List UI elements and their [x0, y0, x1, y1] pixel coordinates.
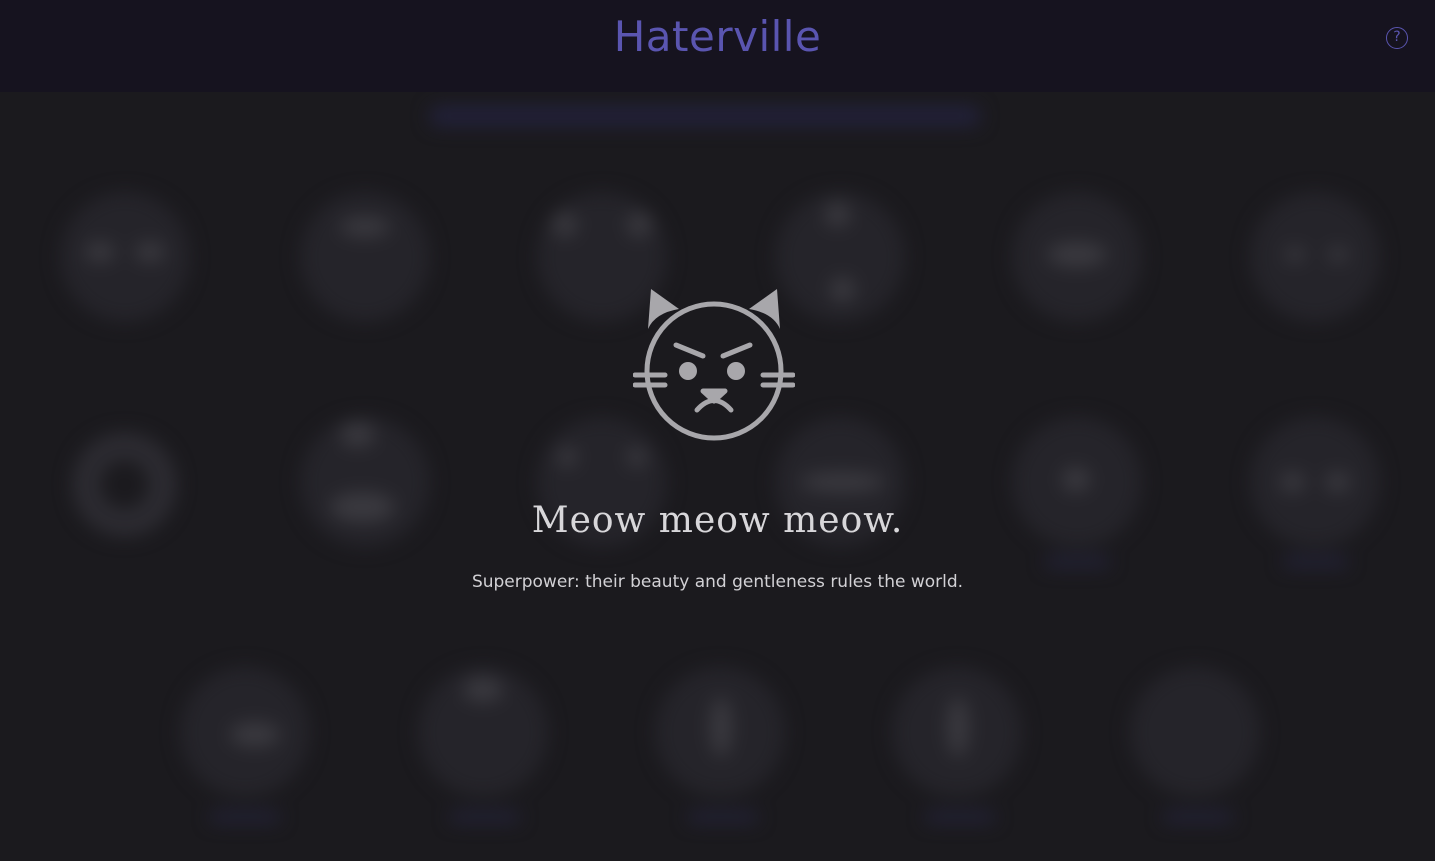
- blurred-search-bar: [430, 106, 980, 126]
- modal-subtitle: Superpower: their beauty and gentleness …: [471, 572, 964, 592]
- app-title: Haterville: [613, 12, 822, 61]
- angry-cat-icon: [633, 289, 795, 441]
- blurred-avatar: [1012, 192, 1142, 322]
- header-bar: Haterville ?: [0, 0, 1435, 92]
- blurred-avatar: [655, 667, 785, 797]
- blurred-avatar: [1130, 667, 1260, 797]
- blurred-avatar: [180, 667, 310, 797]
- blurred-background-grid: [0, 92, 1435, 861]
- blurred-avatar: [418, 667, 548, 797]
- modal-title: Meow meow meow.: [531, 500, 904, 541]
- blurred-avatar: [300, 192, 430, 322]
- blurred-avatar: [892, 667, 1022, 797]
- blurred-avatar: [1250, 192, 1380, 322]
- help-button[interactable]: ?: [1386, 27, 1408, 49]
- blurred-avatar: [60, 192, 190, 322]
